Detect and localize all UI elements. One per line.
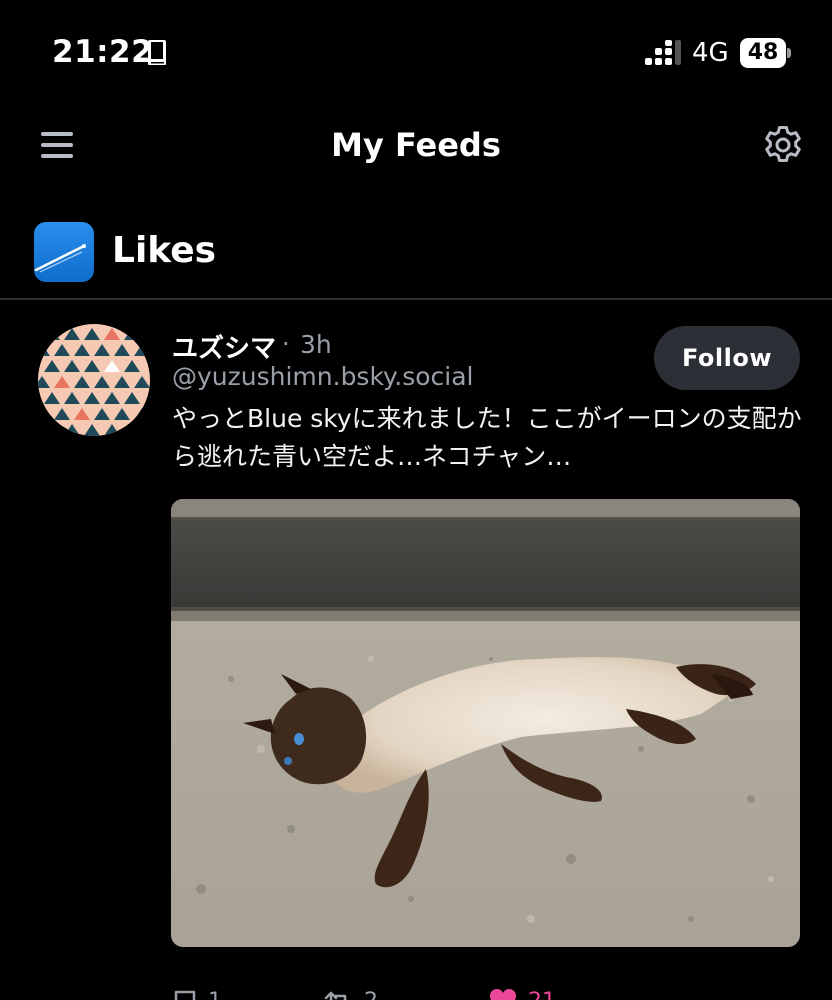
- like-count: 21: [528, 989, 556, 1000]
- post-text: やっとBlue skyに来れました！ここがイーロンの支配から逃れた青い空だよ…ネ…: [172, 404, 802, 471]
- repost-count: 2: [364, 989, 378, 1000]
- battery-cap: [787, 48, 791, 58]
- follow-button[interactable]: Follow: [654, 326, 800, 390]
- post-card[interactable]: ユズシマ · 3h @yuzushimn.bsky.social Follow …: [0, 302, 832, 1000]
- repost-action[interactable]: 2: [322, 986, 378, 1000]
- author-avatar[interactable]: [38, 324, 150, 436]
- page-title: My Feeds: [331, 126, 501, 164]
- network-type: 4G: [692, 38, 729, 68]
- post-image[interactable]: [171, 499, 800, 947]
- post-timestamp[interactable]: 3h: [300, 330, 332, 359]
- signal-icon: [645, 40, 681, 65]
- meta-separator: ·: [282, 330, 290, 358]
- battery-level: 48: [740, 38, 786, 68]
- reply-count: 1: [208, 989, 222, 1000]
- feed-title: Likes: [112, 230, 217, 271]
- top-header: My Feeds: [0, 110, 832, 184]
- feed-header: Likes: [0, 218, 832, 300]
- author-name[interactable]: ユズシマ: [172, 328, 276, 365]
- heart-icon: [490, 989, 516, 1000]
- post-actions: 1 2 21: [172, 986, 802, 1000]
- status-bar: 21:22 4G 48: [0, 0, 832, 100]
- reply-action[interactable]: 1: [172, 986, 222, 1000]
- feed-avatar[interactable]: [34, 222, 94, 282]
- battery-indicator: 48: [740, 38, 791, 68]
- reply-icon: [174, 990, 196, 1000]
- status-time: 21:22: [52, 34, 154, 70]
- gear-icon[interactable]: [762, 124, 804, 166]
- like-action[interactable]: 21: [488, 986, 556, 1000]
- repost-icon: [324, 991, 347, 1000]
- book-icon: [148, 40, 166, 65]
- author-handle[interactable]: @yuzushimn.bsky.social: [172, 362, 474, 391]
